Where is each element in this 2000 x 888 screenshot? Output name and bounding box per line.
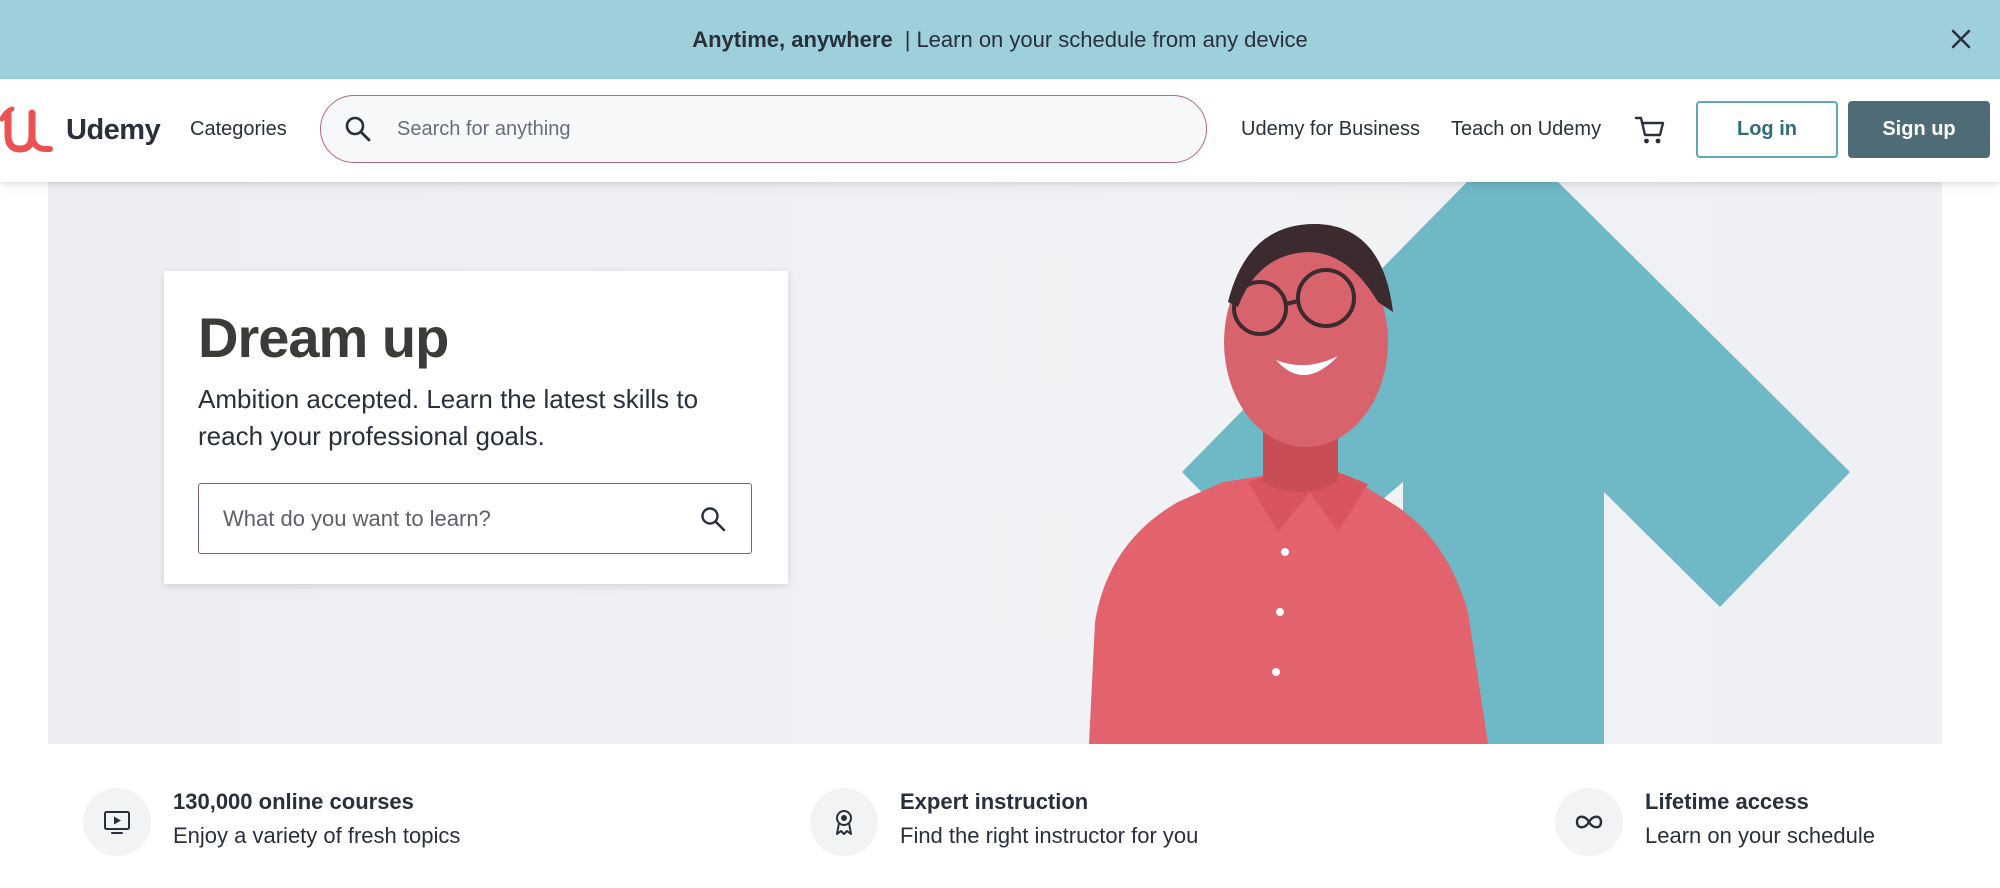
feature-instruction-text: Expert instruction Find the right instru… <box>900 786 1198 854</box>
search-icon[interactable] <box>343 114 373 144</box>
site-header: Udemy Categories Udemy for Business Teac… <box>0 79 2000 182</box>
search-icon[interactable] <box>699 505 727 533</box>
hero-title: Dream up <box>198 306 449 369</box>
banner-separator: | <box>904 26 911 52</box>
search-input[interactable] <box>397 117 1177 141</box>
hero-search-box[interactable] <box>198 483 752 554</box>
udemy-logo-icon <box>0 106 53 153</box>
header-search-bar[interactable] <box>320 95 1207 163</box>
banner-headline: Anytime, anywhere <box>692 26 893 52</box>
categories-menu[interactable]: Categories <box>190 118 287 141</box>
hero-banner: Dream up Ambition accepted. Learn the la… <box>48 182 1942 744</box>
udemy-logo[interactable]: Udemy <box>0 105 161 155</box>
play-screen-icon <box>83 788 151 856</box>
infinity-icon <box>1555 788 1623 856</box>
feature-title: Expert instruction <box>900 789 1089 814</box>
banner-subtext: Learn on your schedule from any device <box>916 26 1308 52</box>
hero-card: Dream up Ambition accepted. Learn the la… <box>164 271 788 584</box>
feature-courses: 130,000 online courses Enjoy a variety o… <box>83 786 460 856</box>
teach-on-udemy-link[interactable]: Teach on Udemy <box>1451 118 1601 141</box>
hero-subtitle: Ambition accepted. Learn the latest skil… <box>198 384 699 451</box>
shopping-cart-icon[interactable] <box>1633 113 1667 147</box>
feature-instruction: Expert instruction Find the right instru… <box>810 786 1198 856</box>
feature-description: Enjoy a variety of fresh topics <box>173 823 461 848</box>
signup-button[interactable]: Sign up <box>1848 101 1990 158</box>
feature-lifetime: Lifetime access Learn on your schedule <box>1555 786 1875 856</box>
close-icon[interactable] <box>1948 26 1974 52</box>
feature-title: Lifetime access <box>1645 789 1809 814</box>
banner-message: Anytime, anywhere | Learn on your schedule… <box>692 27 1308 53</box>
feature-title: 130,000 online courses <box>173 789 414 814</box>
award-ribbon-icon <box>810 788 878 856</box>
feature-description: Find the right instructor for you <box>900 823 1199 848</box>
features-strip: 130,000 online courses Enjoy a variety o… <box>0 744 2000 888</box>
login-button[interactable]: Log in <box>1696 101 1838 158</box>
hero-search-input[interactable] <box>223 505 663 532</box>
logo-text: Udemy <box>66 113 161 146</box>
feature-courses-text: 130,000 online courses Enjoy a variety o… <box>173 786 460 854</box>
promo-banner: Anytime, anywhere | Learn on your schedule… <box>0 0 2000 79</box>
udemy-for-business-link[interactable]: Udemy for Business <box>1241 118 1420 141</box>
feature-description: Learn on your schedule <box>1645 823 1875 848</box>
feature-lifetime-text: Lifetime access Learn on your schedule <box>1645 786 1875 854</box>
